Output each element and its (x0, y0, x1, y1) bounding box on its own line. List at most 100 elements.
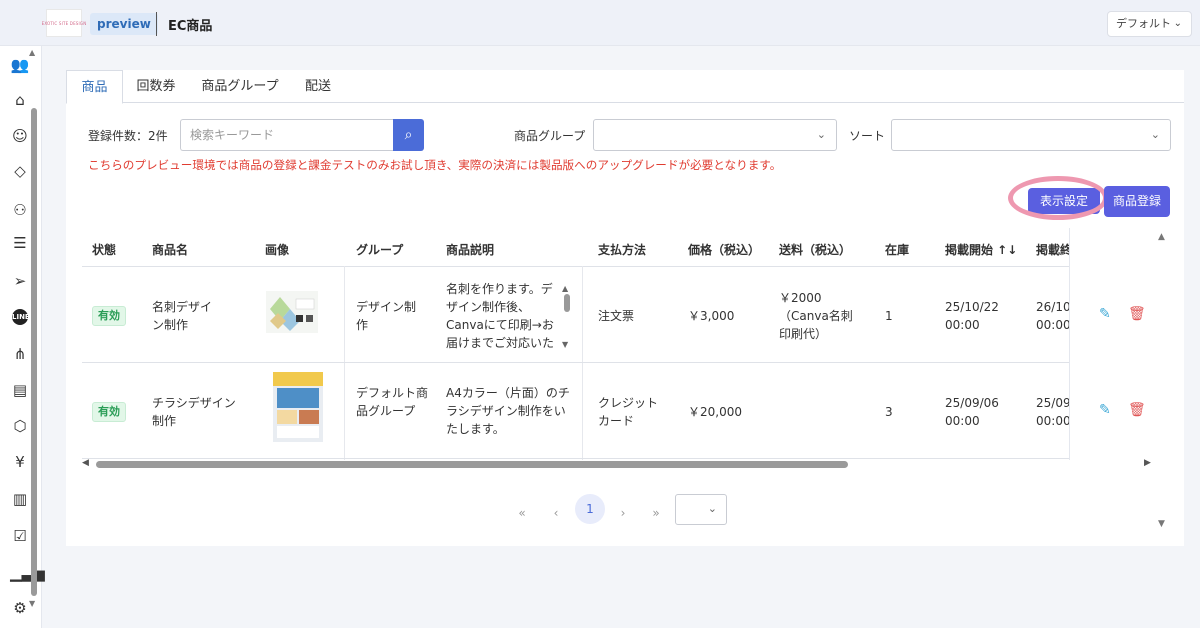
first-page-button[interactable]: « (514, 500, 530, 526)
line-icon[interactable]: LINE (12, 309, 30, 325)
scroll-down-arrow-icon[interactable]: ▼ (29, 599, 35, 608)
product-thumbnail[interactable] (273, 372, 323, 442)
gear-icon[interactable]: ⚙ (10, 598, 30, 618)
col-payment[interactable]: 支払方法 (598, 241, 646, 258)
table-scroll-up-icon[interactable]: ▲ (1158, 232, 1165, 242)
description-scrollbar[interactable] (564, 294, 570, 312)
product-description: 名刺を作ります。デザイン制作後、Canvaにて印刷→お届けまでご対応いた (446, 282, 555, 350)
col-image[interactable]: 画像 (265, 241, 289, 258)
delete-icon[interactable]: 🗑 (1128, 306, 1146, 322)
list-icon[interactable]: ☰ (10, 233, 30, 253)
status-badge: 有効 (92, 402, 126, 422)
page-title: EC商品 (168, 19, 213, 34)
top-bar: EXOTIC SITE DESIGN preview EC商品 デフォルト ⌄ (0, 0, 1200, 46)
start-date: 25/09/06 00:00 (945, 396, 999, 428)
shipping-fee: ￥2000（Canva名刺印刷代） (779, 291, 853, 341)
view-select-value: デフォルト (1116, 17, 1171, 30)
payment-method: クレジットカード (598, 396, 659, 428)
org-chart-icon[interactable]: ⋔ (10, 344, 30, 364)
product-group: デフォルト商品グループ (356, 386, 429, 418)
col-shipping[interactable]: 送料（税込） (779, 241, 851, 258)
display-settings-button[interactable]: 表示設定 (1028, 188, 1100, 214)
main-card: 商品 回数券 商品グループ 配送 登録件数：2件 検索キーワード ⌕ 商品グルー… (66, 70, 1184, 546)
product-name: チラシデザイン制作 (152, 396, 236, 428)
search-input[interactable]: 検索キーワード (180, 119, 394, 151)
send-icon[interactable]: ➢ (10, 271, 30, 291)
delete-icon[interactable]: 🗑 (1128, 402, 1146, 418)
stock: 3 (885, 405, 893, 419)
edit-icon[interactable]: ✎ (1099, 306, 1111, 322)
search-icon: ⌕ (404, 127, 413, 143)
register-product-button[interactable]: 商品登録 (1104, 186, 1170, 217)
chevron-down-icon: ⌄ (1173, 18, 1182, 29)
product-thumbnail[interactable] (266, 291, 318, 333)
description-scroll-down-icon[interactable]: ▼ (562, 336, 568, 354)
sidebar: ▲ 👥 ⌂ ☺ ◇ ⚇ ☰ ➢ LINE ⋔ ▤ ⬡ ¥ ▥ ☑ ▁▃▅ ⚙ ▼ (0, 46, 45, 628)
logo-text: EXOTIC SITE DESIGN (41, 20, 87, 26)
current-page-button[interactable]: 1 (575, 494, 605, 524)
price: ￥3,000 (688, 309, 735, 323)
users-icon[interactable]: 👥 (10, 55, 30, 75)
col-start[interactable]: 掲載開始 ↑↓ (945, 241, 1017, 258)
horizontal-scrollbar[interactable] (96, 461, 848, 468)
sidebar-scrollbar[interactable] (31, 108, 37, 596)
last-page-button[interactable]: » (648, 500, 664, 526)
product-table: 状態 商品名 画像 グループ 商品説明 支払方法 価格（税込） 送料（税込） 在… (82, 228, 1157, 460)
document-icon[interactable]: ▤ (10, 380, 30, 400)
prev-page-button[interactable]: ‹ (549, 500, 563, 526)
payment-method: 注文票 (598, 309, 635, 323)
store-icon[interactable]: ▥ (10, 489, 30, 509)
scroll-left-icon[interactable]: ◀ (82, 458, 89, 468)
sort-select[interactable]: ⌄ (891, 119, 1171, 151)
col-end[interactable]: 掲載終 (1036, 241, 1072, 258)
col-stock[interactable]: 在庫 (885, 241, 909, 258)
column-divider (582, 266, 583, 460)
tag-icon[interactable]: ⌂ (10, 90, 30, 110)
smile-icon[interactable]: ☺ (10, 126, 30, 146)
group-filter-label: 商品グループ (514, 129, 586, 143)
col-status[interactable]: 状態 (92, 241, 116, 258)
calendar-check-icon[interactable]: ☑ (10, 526, 30, 546)
registered-count: 登録件数：2件 (88, 129, 168, 143)
table-scroll-down-icon[interactable]: ▼ (1158, 519, 1165, 529)
bar-chart-icon[interactable]: ▁▃▅ (10, 563, 45, 583)
price: ￥20,000 (688, 405, 742, 419)
tab-products[interactable]: 商品 (66, 70, 123, 104)
stock: 1 (885, 309, 893, 323)
header-divider (82, 266, 1157, 267)
preview-badge: preview (90, 13, 158, 35)
scroll-right-icon[interactable]: ▶ (1144, 458, 1151, 468)
box-icon[interactable]: ⬡ (10, 416, 30, 436)
chevron-down-icon: ⌄ (1150, 128, 1160, 141)
next-page-button[interactable]: › (616, 500, 630, 526)
tab-shipping[interactable]: 配送 (296, 70, 340, 103)
preview-notice: こちらのプレビュー環境では商品の登録と課金テストのみお試し頂き、実際の決済には製… (88, 158, 782, 172)
title-divider (156, 12, 157, 36)
group-filter-select[interactable]: ⌄ (593, 119, 837, 151)
col-group[interactable]: グループ (356, 241, 403, 258)
tab-tickets[interactable]: 回数券 (128, 70, 184, 103)
ticket-icon[interactable]: ◇ (10, 161, 30, 181)
tab-bar: 商品 回数券 商品グループ 配送 (66, 70, 1184, 104)
page-size-select[interactable]: ⌄ (675, 494, 727, 525)
product-group: デザイン制作 (356, 300, 417, 332)
column-divider (344, 266, 345, 460)
chevron-down-icon: ⌄ (707, 502, 717, 515)
yen-icon[interactable]: ¥ (10, 452, 30, 472)
start-date: 25/10/22 00:00 (945, 300, 999, 332)
col-description[interactable]: 商品説明 (446, 241, 494, 258)
actions-column: ✎ 🗑 ✎ 🗑 (1069, 228, 1157, 460)
col-price[interactable]: 価格（税込） (688, 241, 760, 258)
status-badge: 有効 (92, 306, 126, 326)
row-divider (82, 362, 1157, 363)
view-select[interactable]: デフォルト ⌄ (1107, 11, 1192, 37)
product-name: 名刺デザイン制作 (152, 300, 213, 332)
col-name[interactable]: 商品名 (152, 241, 188, 258)
brand-logo[interactable]: EXOTIC SITE DESIGN (42, 9, 86, 37)
product-description: A4カラー（片面）のチラシデザイン制作をいたします。 (446, 386, 570, 436)
person-settings-icon[interactable]: ⚇ (10, 200, 30, 220)
edit-icon[interactable]: ✎ (1099, 402, 1111, 418)
sort-label: ソート (849, 129, 886, 143)
tab-product-groups[interactable]: 商品グループ (196, 70, 284, 103)
search-button[interactable]: ⌕ (393, 119, 424, 151)
